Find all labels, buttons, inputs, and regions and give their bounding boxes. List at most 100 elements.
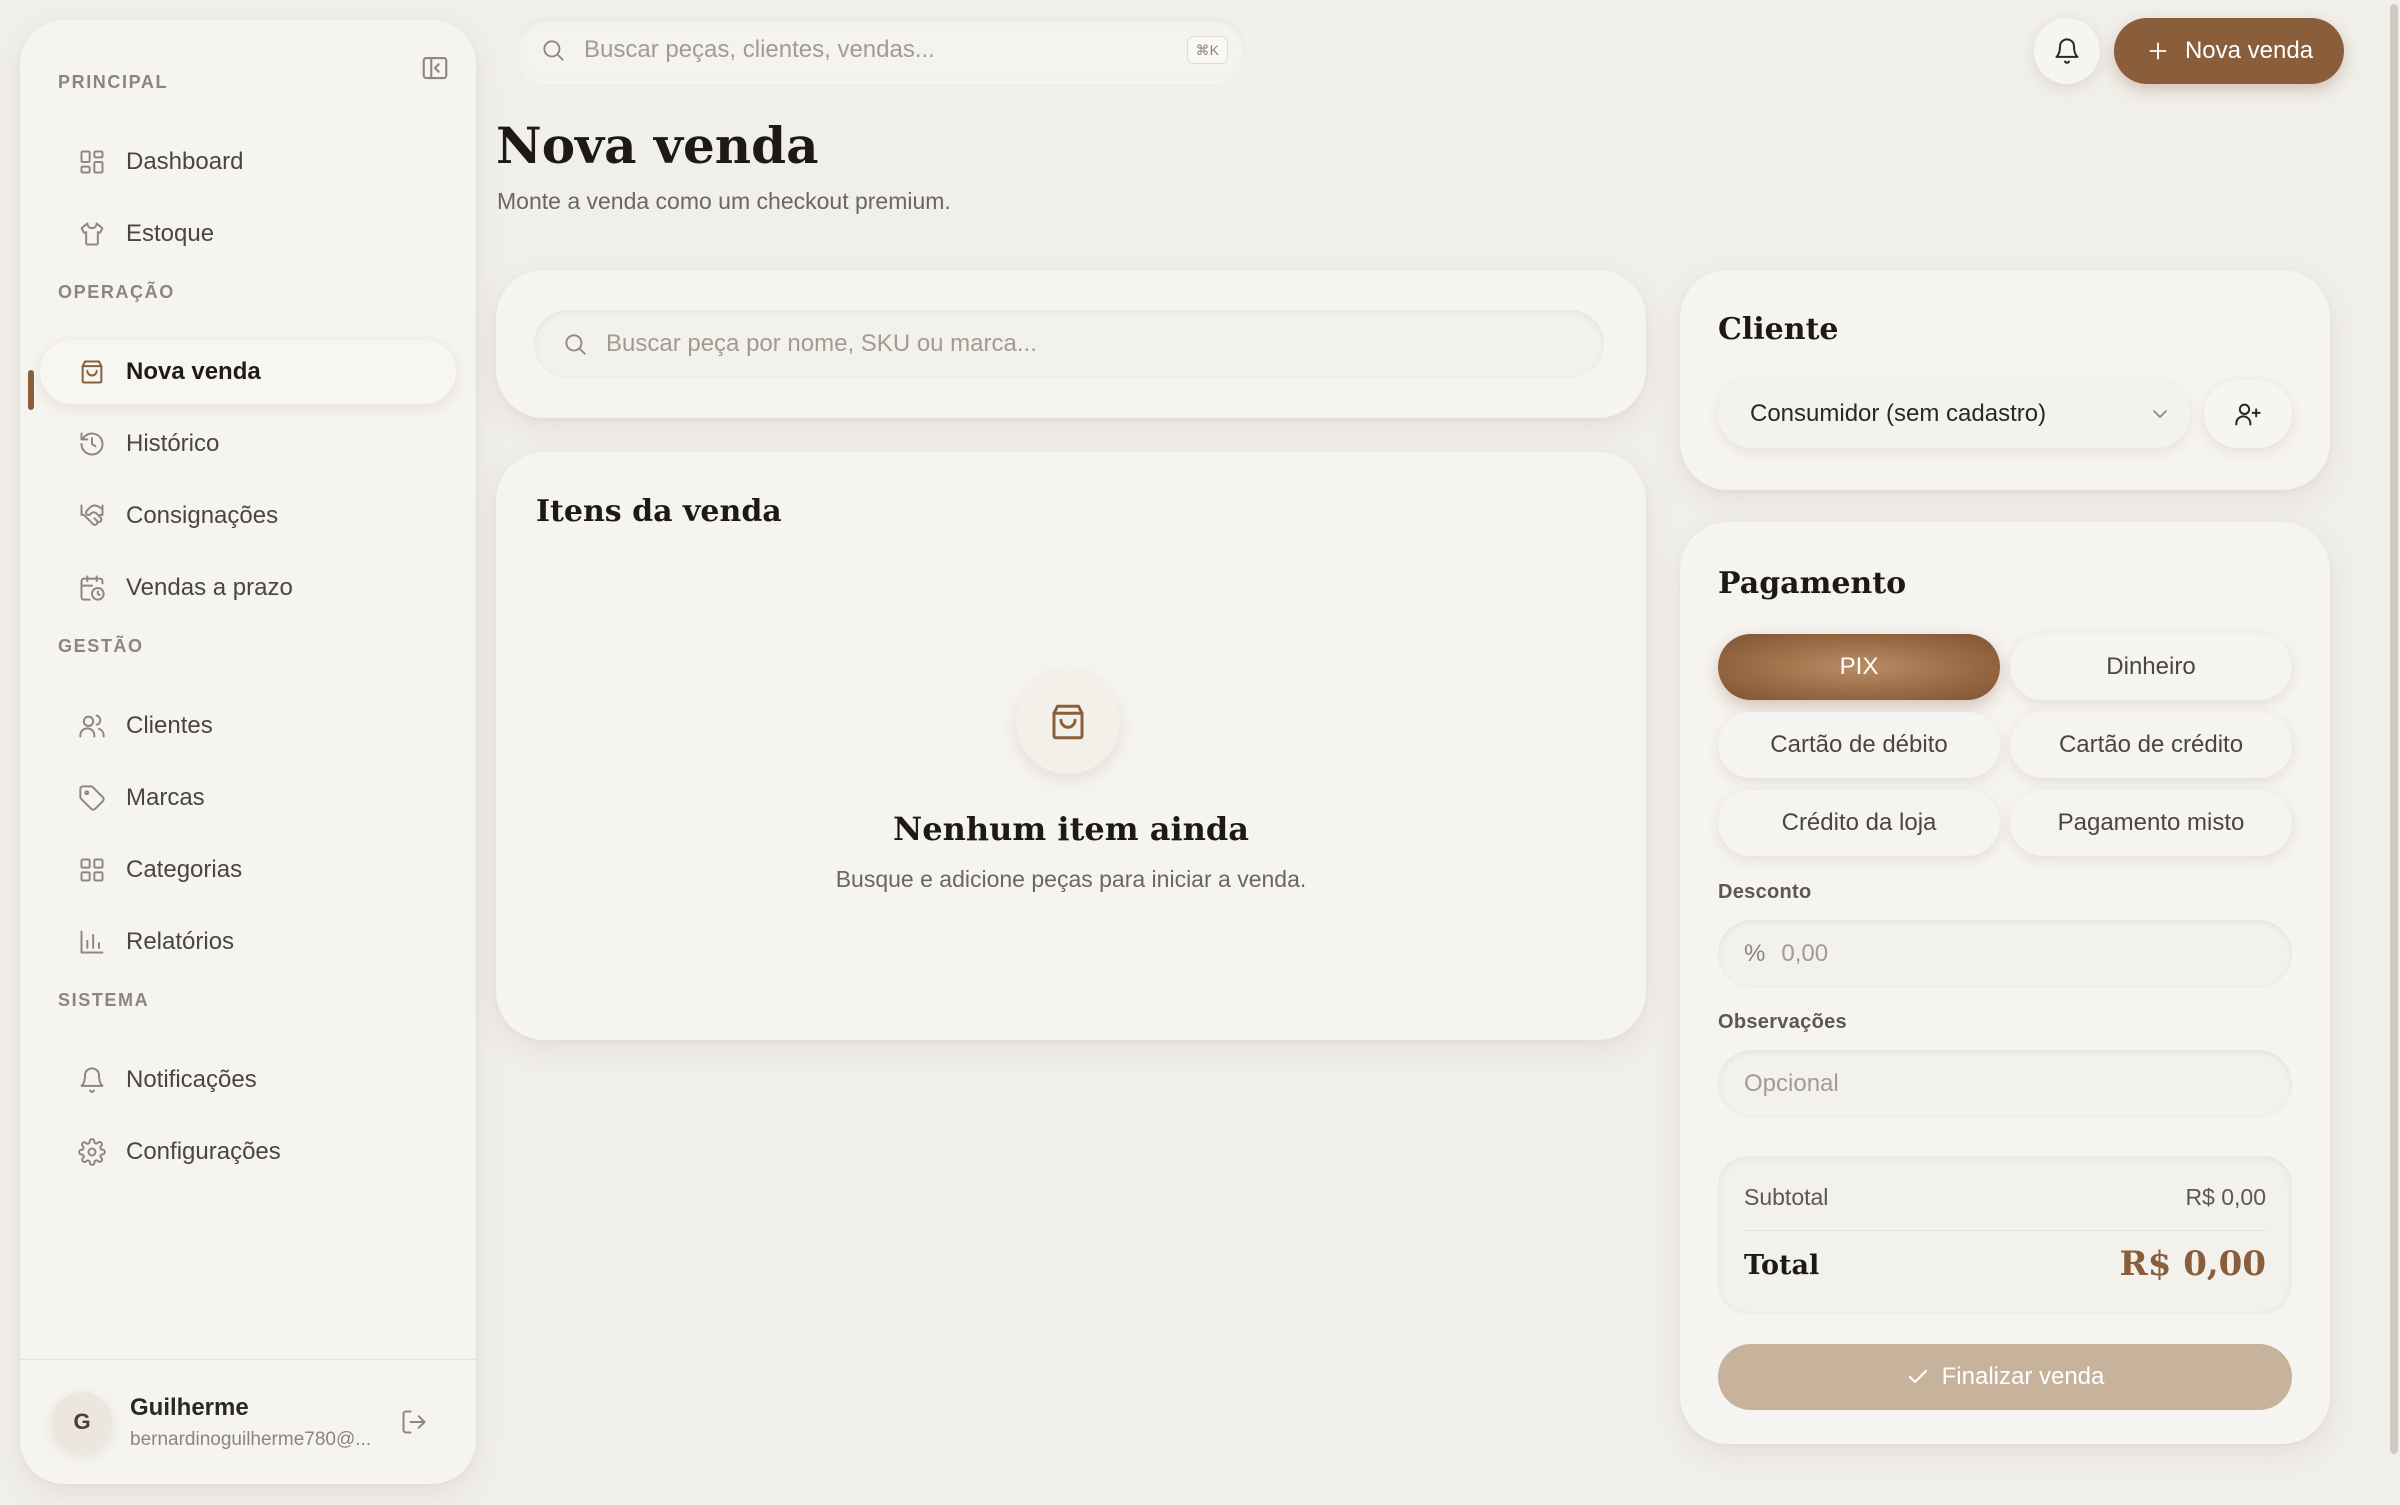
global-search[interactable]: ⌘K — [516, 18, 1246, 82]
sidebar-item-configuracoes[interactable]: Configurações — [40, 1120, 456, 1184]
notes-field[interactable] — [1718, 1050, 2292, 1118]
new-sale-button[interactable]: Nova venda — [2114, 18, 2344, 84]
gear-icon — [78, 1138, 106, 1166]
item-search-card — [496, 270, 1646, 418]
sidebar-item-vendas-a-prazo[interactable]: Vendas a prazo — [40, 556, 456, 620]
sidebar-item-label: Categorias — [126, 856, 243, 883]
discount-label: Desconto — [1718, 881, 1812, 903]
bell-icon — [80, 1067, 104, 1093]
notes-input[interactable] — [1744, 1070, 2224, 1098]
sidebar-item-notificacoes[interactable]: Notificações — [40, 1048, 456, 1112]
sidebar-item-consignacoes[interactable]: Consignações — [40, 484, 456, 548]
sidebar-item-categorias[interactable]: Categorias — [40, 838, 456, 902]
sidebar-item-label: Marcas — [126, 784, 205, 811]
sidebar-item-label: Nova venda — [126, 358, 261, 385]
collapse-sidebar-button[interactable] — [420, 53, 450, 83]
payment-method-credito-loja[interactable]: Crédito da loja — [1718, 790, 2000, 856]
client-select[interactable]: Consumidor (sem cadastro) — [1718, 380, 2190, 448]
total-value: R$ 0,00 — [2119, 1244, 2266, 1284]
search-icon — [543, 40, 564, 61]
tag-icon — [79, 785, 105, 811]
shirt-icon — [80, 222, 104, 246]
bar-chart-icon — [80, 930, 104, 954]
finalize-sale-button[interactable]: Finalizar venda — [1718, 1344, 2292, 1410]
grid-icon — [80, 150, 104, 174]
item-search-input[interactable] — [606, 330, 1566, 358]
shopping-bag-icon — [81, 360, 103, 384]
empty-state-icon — [1016, 670, 1120, 774]
items-card: Itens da venda Nenhum item ainda Busque … — [496, 452, 1646, 1040]
sidebar-item-label: Consignações — [126, 502, 279, 529]
user-email: bernardinoguilherme780@... — [130, 1429, 372, 1450]
user-name: Guilherme — [130, 1394, 249, 1421]
global-search-input[interactable] — [584, 36, 1144, 64]
page-scrollbar[interactable] — [2388, 0, 2400, 1505]
chevron-down-icon — [2153, 410, 2167, 418]
sidebar-item-label: Histórico — [126, 430, 220, 457]
sidebar-item-marcas[interactable]: Marcas — [40, 766, 456, 830]
logout-button[interactable] — [400, 1408, 428, 1436]
empty-state-subtitle: Busque e adicione peças para iniciar a v… — [835, 866, 1307, 892]
sidebar-collapse-icon — [422, 56, 448, 80]
finalize-sale-label: Finalizar venda — [1941, 1363, 2105, 1390]
totals-summary: Subtotal R$ 0,00 Total R$ 0,00 — [1718, 1156, 2292, 1314]
payment-method-cartao-debito[interactable]: Cartão de débito — [1718, 712, 2000, 778]
client-card-title: Cliente — [1718, 312, 1839, 347]
client-select-value: Consumidor (sem cadastro) — [1750, 400, 2047, 427]
sidebar-item-label: Dashboard — [126, 148, 244, 175]
page-title: Nova venda — [496, 116, 819, 175]
payment-method-pagamento-misto[interactable]: Pagamento misto — [2010, 790, 2292, 856]
sidebar-item-label: Estoque — [126, 220, 215, 247]
sidebar-item-clientes[interactable]: Clientes — [40, 694, 456, 758]
plus-icon — [2149, 42, 2167, 60]
scrollbar-thumb[interactable] — [2390, 4, 2398, 1454]
client-card: Cliente Consumidor (sem cadastro) — [1680, 270, 2330, 490]
item-search[interactable] — [534, 310, 1604, 378]
grid-icon — [80, 858, 104, 882]
check-icon — [1908, 1369, 1927, 1384]
subtotal-label: Subtotal — [1744, 1184, 1829, 1210]
discount-field[interactable]: % — [1718, 920, 2292, 988]
notifications-button[interactable] — [2034, 18, 2100, 84]
sidebar-item-estoque[interactable]: Estoque — [40, 202, 456, 266]
sidebar-item-label: Vendas a prazo — [126, 574, 293, 601]
logout-icon — [402, 1410, 426, 1434]
sidebar-item-dashboard[interactable]: Dashboard — [40, 130, 456, 194]
section-label-principal: PRINCIPAL — [58, 72, 169, 92]
new-sale-label: Nova venda — [2184, 37, 2314, 64]
section-label-sistema: SISTEMA — [58, 990, 150, 1010]
payment-method-dinheiro[interactable]: Dinheiro — [2010, 634, 2292, 700]
sidebar-item-relatorios[interactable]: Relatórios — [40, 910, 456, 974]
handshake-icon — [80, 504, 104, 526]
sidebar-item-label: Configurações — [126, 1138, 281, 1165]
section-label-operacao: OPERAÇÃO — [58, 282, 175, 302]
users-icon — [79, 714, 105, 738]
sidebar-item-nova-venda[interactable]: Nova venda — [28, 340, 456, 410]
section-label-gestao: GESTÃO — [58, 636, 144, 656]
sidebar: PRINCIPAL Dashboard Estoque OPERAÇÃO Nov… — [20, 20, 476, 1484]
sidebar-divider — [20, 1359, 476, 1360]
user-plus-icon — [2235, 403, 2261, 426]
history-icon — [80, 432, 104, 456]
active-indicator — [28, 370, 34, 410]
calendar-clock-icon — [80, 575, 105, 601]
discount-input[interactable] — [1781, 940, 2262, 968]
add-client-button[interactable] — [2204, 380, 2292, 448]
payment-method-pix[interactable]: PIX — [1718, 634, 2000, 700]
sidebar-item-label: Relatórios — [126, 928, 235, 955]
totals-divider — [1744, 1230, 2266, 1231]
items-card-title: Itens da venda — [536, 494, 782, 529]
page-subtitle: Monte a venda como um checkout premium. — [497, 188, 951, 214]
payment-method-cartao-credito[interactable]: Cartão de crédito — [2010, 712, 2292, 778]
notes-label: Observações — [1718, 1011, 1847, 1033]
subtotal-value: R$ 0,00 — [2185, 1184, 2266, 1210]
sidebar-item-historico[interactable]: Histórico — [40, 412, 456, 476]
avatar[interactable]: G — [52, 1392, 112, 1452]
total-label: Total — [1744, 1250, 1820, 1281]
payment-card: Pagamento PIX Dinheiro Cartão de débito … — [1680, 522, 2330, 1444]
sidebar-item-label: Notificações — [126, 1066, 257, 1093]
sidebar-item-label: Clientes — [126, 712, 213, 739]
percent-icon: % — [1744, 940, 1766, 967]
empty-state-title: Nenhum item ainda — [893, 810, 1249, 848]
shortcut-badge: ⌘K — [1186, 36, 1228, 64]
